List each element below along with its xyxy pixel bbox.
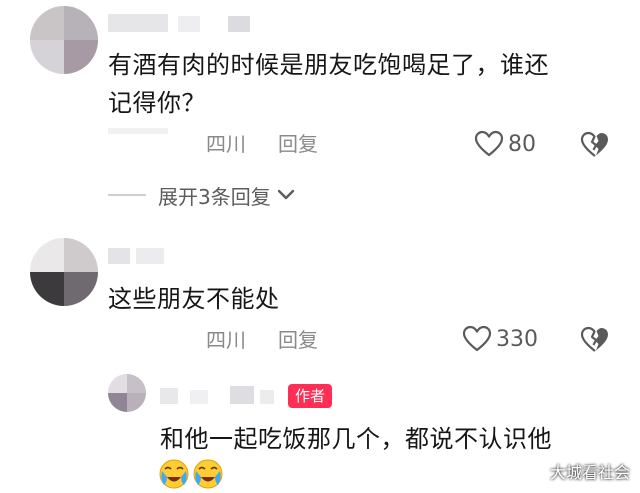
- blurred-line: [108, 128, 168, 134]
- username-blurred[interactable]: [160, 384, 280, 406]
- like-button[interactable]: 330: [462, 323, 538, 355]
- comment-location: 四川: [206, 132, 246, 156]
- heart-icon: [474, 130, 504, 157]
- loudly-crying-face-icon: [159, 459, 189, 489]
- comment-text: 这些朋友不能处: [108, 285, 280, 313]
- expand-replies-button[interactable]: 展开3条回复: [108, 180, 295, 210]
- like-count: 80: [508, 131, 536, 157]
- author-badge: 作者: [288, 384, 333, 408]
- like-count: 330: [496, 326, 538, 352]
- heart-icon: [462, 325, 492, 352]
- like-button[interactable]: 80: [474, 128, 536, 160]
- broken-heart-icon[interactable]: [580, 130, 610, 160]
- chevron-down-icon: [277, 189, 294, 200]
- avatar[interactable]: [108, 374, 146, 412]
- avatar[interactable]: [30, 238, 98, 306]
- comment-text-line: 有酒有肉的时候是朋友吃饱喝足了，谁还: [108, 51, 549, 79]
- avatar[interactable]: [30, 6, 98, 74]
- username-blurred[interactable]: [108, 12, 258, 34]
- broken-heart-icon[interactable]: [580, 325, 610, 355]
- comment-location: 四川: [206, 328, 246, 352]
- comment-text-line: 记得你？: [108, 89, 206, 117]
- reply-text: 和他一起吃饭那几个，都说不认识他: [160, 425, 552, 453]
- comment-section: 有酒有肉的时候是朋友吃饱喝足了，谁还 记得你？ 四川 回复 80 展开3条回复 …: [0, 0, 640, 493]
- comment-text: 有酒有肉的时候是朋友吃饱喝足了，谁还 记得你？: [108, 46, 608, 122]
- reply-button[interactable]: 回复: [278, 326, 318, 354]
- reply-button[interactable]: 回复: [278, 130, 318, 158]
- watermark: 大城看社会: [549, 463, 630, 482]
- expand-replies-label: 展开3条回复: [158, 184, 271, 209]
- username-blurred[interactable]: [108, 248, 168, 266]
- divider: [108, 194, 146, 196]
- loudly-crying-face-icon: [193, 459, 223, 489]
